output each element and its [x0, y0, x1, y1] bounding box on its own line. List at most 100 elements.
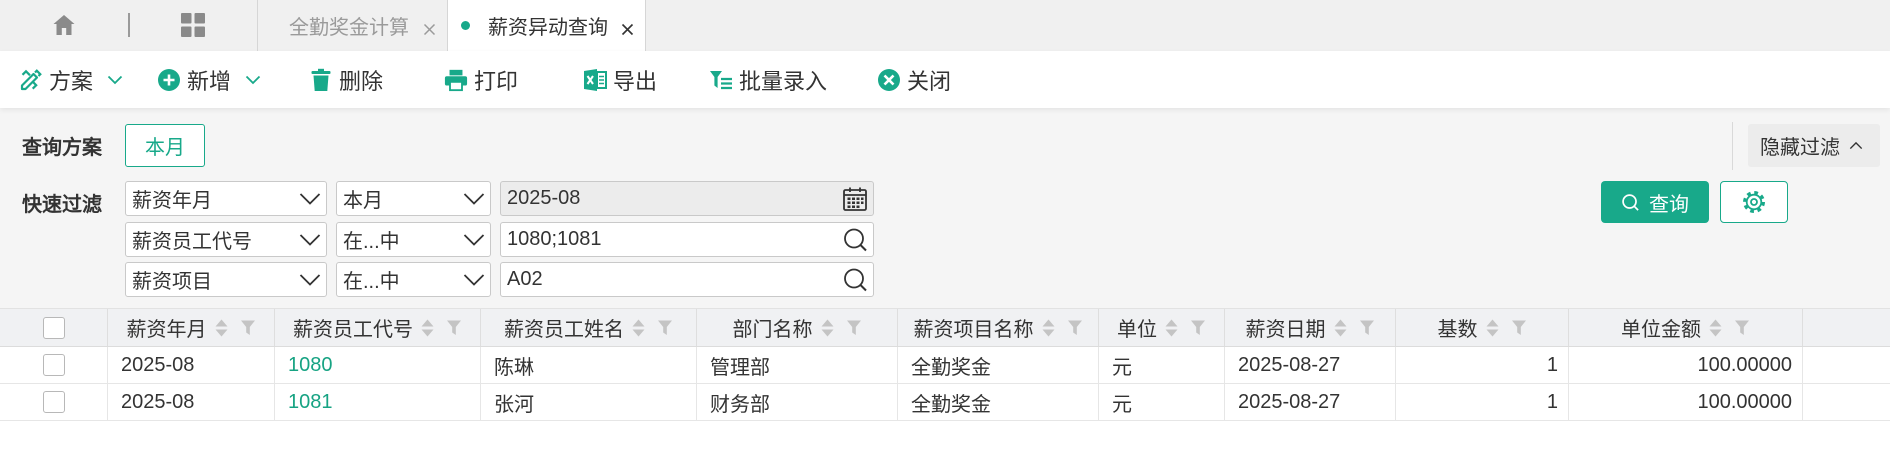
hide-filter-label: 隐藏过滤: [1760, 137, 1840, 159]
cell-unit: 元: [1099, 347, 1225, 383]
row-select-cell: [0, 347, 108, 383]
column-header-label: 薪资年月: [126, 319, 207, 341]
sort-icon[interactable]: [1164, 318, 1179, 338]
header-filler: [1803, 309, 1890, 346]
home-icon[interactable]: [52, 12, 76, 38]
row-checkbox[interactable]: [42, 354, 65, 376]
select-all-checkbox[interactable]: [42, 316, 65, 339]
filter-divider: [1732, 122, 1733, 170]
sort-icon[interactable]: [214, 318, 229, 338]
quick-filter-label: 快速过滤: [22, 194, 102, 216]
column-header[interactable]: 薪资员工代号: [275, 309, 481, 346]
filter-icon[interactable]: [446, 319, 462, 336]
filter-input-value: 2025-08: [507, 187, 581, 209]
filter-input-value: 1080;1081: [507, 228, 602, 250]
sort-icon[interactable]: [1708, 318, 1723, 338]
chevron-down-icon[interactable]: [107, 75, 123, 85]
sort-icon[interactable]: [420, 318, 435, 338]
sort-icon[interactable]: [820, 318, 835, 338]
close-icon[interactable]: [423, 19, 436, 36]
cell-salary-date: 2025-08-27: [1225, 384, 1396, 420]
filter-field-select[interactable]: 薪资项目: [125, 262, 327, 297]
filter-operator-select[interactable]: 在...中: [336, 262, 491, 297]
query-scheme-label: 查询方案: [22, 137, 102, 159]
sort-icon[interactable]: [1485, 318, 1500, 338]
column-header-label: 薪资员工代号: [293, 319, 413, 341]
close-icon[interactable]: [621, 19, 634, 36]
query-button[interactable]: 查询: [1601, 181, 1709, 223]
print-button[interactable]: 打印: [444, 51, 518, 108]
filter-field-select[interactable]: 薪资员工代号: [125, 222, 327, 257]
tab-salary-change-query[interactable]: 薪资异动查询: [447, 0, 646, 51]
excel-export-icon: [583, 68, 607, 92]
filter-operator-value: 本月: [343, 190, 383, 212]
scheme-this-month-button[interactable]: 本月: [125, 124, 205, 167]
filter-field-select[interactable]: 薪资年月: [125, 181, 327, 216]
chevron-down-icon: [299, 192, 321, 206]
column-header[interactable]: 薪资日期: [1225, 309, 1396, 346]
filter-icon[interactable]: [1359, 319, 1375, 336]
trash-icon: [309, 68, 333, 92]
print-label: 打印: [474, 68, 519, 94]
chevron-down-icon: [463, 233, 485, 247]
column-header-label: 薪资项目名称: [913, 319, 1034, 341]
close-button[interactable]: 关闭: [877, 51, 951, 108]
table-row[interactable]: 2025-08 1080 陈琳 管理部 全勤奖金 元 2025-08-27 1 …: [0, 347, 1890, 384]
column-header[interactable]: 部门名称: [697, 309, 898, 346]
filter-input-value: A02: [507, 268, 543, 290]
filter-icon[interactable]: [1067, 319, 1083, 336]
filter-icon[interactable]: [1511, 319, 1527, 336]
row-checkbox[interactable]: [42, 391, 65, 413]
cell-department: 管理部: [697, 347, 898, 383]
sort-icon[interactable]: [1333, 318, 1348, 338]
search-icon[interactable]: [842, 227, 868, 253]
tab-label: 薪资异动查询: [488, 17, 608, 39]
filter-operator-value: 在...中: [343, 271, 400, 293]
tab-bar: 全勤奖金计算 薪资异动查询: [0, 0, 1890, 51]
filter-operator-select[interactable]: 本月: [336, 181, 491, 216]
cell-employee-code-link[interactable]: 1080: [275, 347, 481, 383]
sort-icon[interactable]: [1041, 318, 1056, 338]
cell-employee-name: 陈琳: [481, 347, 697, 383]
filter-salary-item-input[interactable]: A02: [500, 262, 874, 297]
tabbar-divider: [128, 13, 130, 37]
table-row[interactable]: 2025-08 1081 张河 财务部 全勤奖金 元 2025-08-27 1 …: [0, 384, 1890, 421]
batch-entry-button[interactable]: 批量录入: [709, 51, 827, 108]
filter-settings-button[interactable]: [1720, 181, 1788, 223]
search-icon[interactable]: [842, 267, 868, 293]
cell-employee-code-link[interactable]: 1081: [275, 384, 481, 420]
delete-button[interactable]: 删除: [309, 51, 383, 108]
chevron-down-icon: [463, 273, 485, 287]
cell-salary-item: 全勤奖金: [898, 347, 1099, 383]
filter-icon[interactable]: [846, 319, 862, 336]
sort-icon[interactable]: [631, 318, 646, 338]
filter-icon[interactable]: [1190, 319, 1206, 336]
column-header[interactable]: 薪资员工姓名: [481, 309, 697, 346]
calendar-icon[interactable]: [842, 186, 868, 212]
plan-button[interactable]: 方案: [19, 51, 123, 108]
filter-field-value: 薪资员工代号: [132, 231, 252, 253]
cell-unit: 元: [1099, 384, 1225, 420]
filter-icon[interactable]: [1734, 319, 1750, 336]
column-header[interactable]: 薪资项目名称: [898, 309, 1099, 346]
column-header[interactable]: 单位金额: [1569, 309, 1803, 346]
filter-operator-select[interactable]: 在...中: [336, 222, 491, 257]
cell-base: 1: [1396, 384, 1569, 420]
filter-icon[interactable]: [240, 319, 256, 336]
filter-date-input[interactable]: 2025-08: [500, 181, 874, 216]
column-header[interactable]: 基数: [1396, 309, 1569, 346]
column-header[interactable]: 薪资年月: [108, 309, 275, 346]
hide-filter-button[interactable]: 隐藏过滤: [1748, 124, 1880, 167]
apps-grid-icon[interactable]: [180, 12, 206, 38]
salary-change-table: 薪资年月 薪资员工代号 薪资员工姓名 部门名称 薪资项目名称 单位 薪资日期 基…: [0, 308, 1890, 421]
column-header[interactable]: 单位: [1099, 309, 1225, 346]
chevron-down-icon[interactable]: [245, 75, 261, 85]
column-header-label: 基数: [1437, 319, 1478, 341]
delete-label: 删除: [339, 68, 384, 94]
tab-attendance-bonus-calc[interactable]: 全勤奖金计算: [257, 0, 447, 51]
export-button[interactable]: 导出: [583, 51, 657, 108]
filter-operator-value: 在...中: [343, 231, 400, 253]
filter-employee-code-input[interactable]: 1080;1081: [500, 222, 874, 257]
filter-icon[interactable]: [657, 319, 673, 336]
add-button[interactable]: 新增: [157, 51, 261, 108]
